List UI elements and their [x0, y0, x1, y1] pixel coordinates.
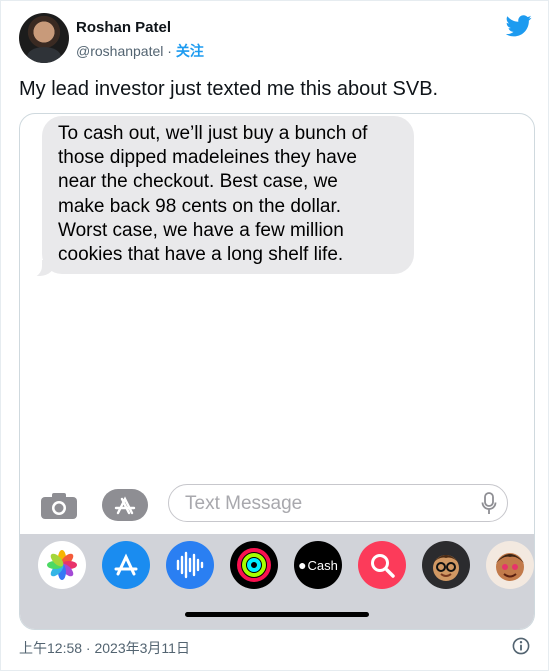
- camera-icon[interactable]: [40, 492, 78, 520]
- tweet-text: My lead investor just texted me this abo…: [19, 78, 439, 100]
- activity-rings-icon: [237, 548, 271, 582]
- activity-app-icon[interactable]: [230, 541, 278, 589]
- photos-flower-icon: [47, 550, 77, 580]
- message-line: To cash out, we’ll just buy a bunch of: [58, 123, 368, 144]
- message-input-placeholder: Text Message: [185, 493, 303, 514]
- memoji-face-icon: [433, 555, 459, 581]
- memoji-app-icon[interactable]: [422, 541, 470, 589]
- microphone-icon[interactable]: [481, 492, 497, 516]
- compose-bar: Text Message: [20, 482, 534, 532]
- apple-cash-app-icon[interactable]: ● Cash: [294, 541, 342, 589]
- message-line: those dipped madeleines they have: [58, 147, 357, 169]
- search-images-app-icon[interactable]: [358, 541, 406, 589]
- message-bubble: To cash out, we’ll just buy a bunch of t…: [42, 116, 414, 274]
- app-store-glyph-icon: [114, 496, 136, 515]
- message-line: near the checkout. Best case, we: [58, 171, 338, 193]
- app-store-a-icon: [114, 553, 138, 576]
- author-name[interactable]: Roshan Patel: [76, 19, 171, 36]
- memoji-stickers-app-icon[interactable]: [486, 541, 534, 589]
- author-handle[interactable]: @roshanpatel: [76, 43, 163, 59]
- message-line: Worst case, we have a few million: [58, 219, 344, 241]
- tweet-timestamp[interactable]: 上午12:58 · 2023年3月11日: [19, 638, 190, 658]
- separator: ·: [167, 43, 172, 59]
- message-line: make back 98 cents on the dollar.: [58, 195, 342, 217]
- apps-button[interactable]: [102, 489, 148, 521]
- tweet-card: Roshan Patel @roshanpatel · 关注 My lead i…: [0, 0, 549, 671]
- info-icon[interactable]: [512, 637, 530, 655]
- magnifier-icon: [371, 554, 395, 578]
- home-indicator: [185, 612, 369, 617]
- imessage-app-tray: ● Cash: [20, 534, 534, 629]
- author-handle-row: @roshanpatel · 关注: [76, 41, 204, 61]
- audio-message-app-icon[interactable]: [166, 541, 214, 589]
- avatar[interactable]: [19, 13, 69, 63]
- apple-icon: ●: [298, 557, 307, 573]
- photos-app-icon[interactable]: [38, 541, 86, 589]
- memoji-sticker-icon: [496, 553, 524, 581]
- message-input[interactable]: Text Message: [168, 484, 508, 522]
- message-line: cookies that have a long shelf life.: [58, 244, 344, 266]
- twitter-bird-icon[interactable]: [506, 15, 532, 37]
- follow-button[interactable]: 关注: [176, 43, 204, 59]
- cash-label: Cash: [307, 557, 338, 573]
- app-store-app-icon[interactable]: [102, 541, 150, 589]
- waveform-icon: [176, 551, 204, 579]
- tweet-image[interactable]: To cash out, we’ll just buy a bunch of t…: [19, 113, 535, 630]
